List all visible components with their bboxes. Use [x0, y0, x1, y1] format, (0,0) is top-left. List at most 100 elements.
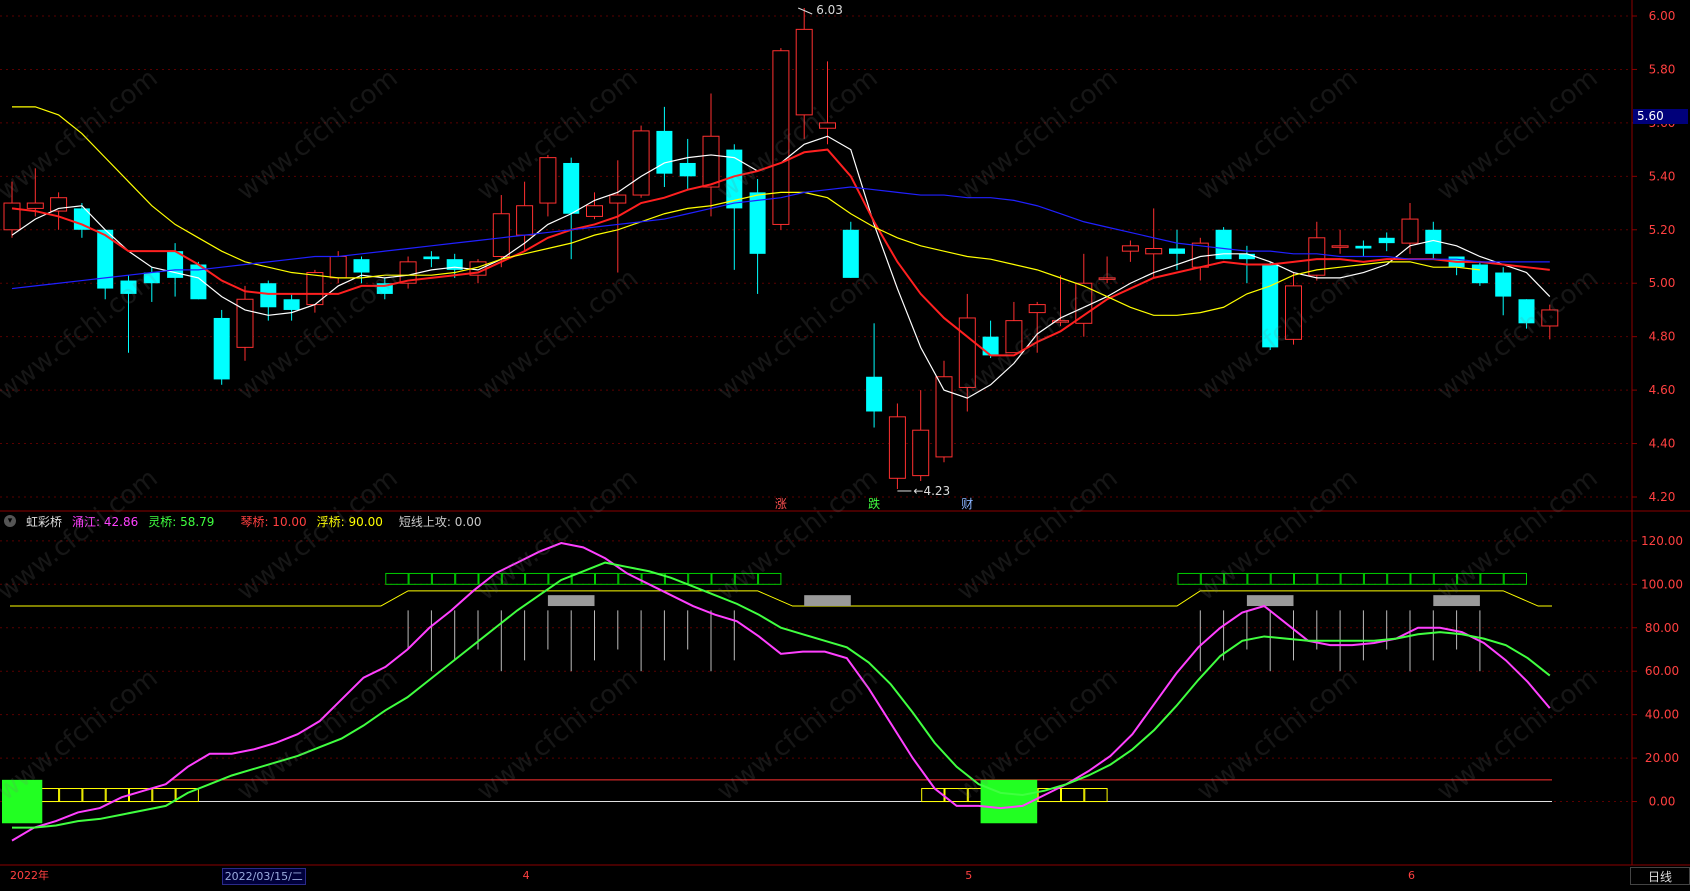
signal-block-gray: [547, 595, 595, 607]
candle-body-up: [516, 205, 534, 236]
candle-body-down: [1169, 248, 1185, 254]
price-pane[interactable]: 6.03 ←4.23 涨 跌 财: [3, 3, 1559, 511]
bridge-box-cell: [1084, 788, 1108, 803]
indicator-pane[interactable]: [2, 541, 1552, 842]
price-tick-label: 5.80: [1649, 62, 1676, 76]
indicator-series-灵桥: [12, 561, 1551, 829]
indicator-tick-label: 60.00: [1645, 664, 1679, 678]
candle-body-down: [213, 317, 230, 380]
bridge-box-cell: [1433, 572, 1458, 585]
signal-block-green: [980, 779, 1038, 824]
bridge-box-cell: [82, 788, 106, 803]
bridge-box-cell: [1247, 572, 1271, 585]
candle-body-up: [1331, 245, 1349, 248]
candle-body-up: [1285, 285, 1302, 340]
indicator-title: 虹彩桥: [26, 514, 63, 529]
candle-body-down: [1518, 299, 1535, 324]
indicator-tick-label: 120.00: [1641, 534, 1683, 548]
bridge-box-cell: [1317, 572, 1341, 585]
pane-frames: [0, 0, 1690, 866]
signal-block-gray: [804, 595, 851, 607]
event-marker: 跌: [868, 496, 880, 511]
bridge-box-cell: [1387, 572, 1411, 585]
signal-block-gray: [1433, 595, 1480, 607]
cursor-date-label: 2022/03/15/二: [221, 868, 306, 885]
bridge-box-cell: [1340, 572, 1364, 585]
candle-body-up: [492, 213, 510, 257]
price-tick-label: 5.20: [1649, 223, 1676, 237]
bridge-box-cell: [758, 572, 782, 585]
last-price-tag: 5.60: [1633, 109, 1688, 124]
candle-body-up: [1121, 245, 1139, 252]
x-axis-label: 6: [1408, 869, 1415, 882]
low-label: ←4.23: [913, 484, 950, 498]
indicator-header: ▾ 虹彩桥 涌江: 42.86 灵桥: 58.79 琴桥: 10.00 浮桥: …: [4, 512, 481, 530]
candle-body-up: [539, 157, 557, 204]
candle-body-down: [1355, 245, 1372, 249]
price-tick-label: 4.80: [1649, 330, 1676, 344]
candle-body-up: [702, 135, 720, 188]
x-axis-label: 5: [965, 869, 973, 882]
bridge-box-cell: [501, 572, 526, 585]
bridge-box-cell: [595, 572, 619, 585]
bridge-box-cell: [734, 572, 759, 585]
candle-body-up: [1401, 218, 1419, 244]
collapse-icon[interactable]: ▾: [4, 515, 16, 527]
bridge-box-cell: [129, 788, 153, 803]
candle-body-up: [26, 202, 44, 209]
bridge-box-cell: [921, 788, 945, 803]
candle-body-down: [120, 280, 137, 294]
candle-body-down: [1378, 237, 1395, 244]
bridge-box-cell: [1457, 572, 1481, 585]
candle-body-up: [795, 28, 813, 116]
bridge-box-cell: [1177, 572, 1201, 585]
candle-body-up: [888, 416, 906, 479]
signal-block-gray: [1246, 595, 1294, 607]
legend-fuqiao: 浮桥: 90.00: [316, 514, 383, 529]
bridge-box-cell: [1410, 572, 1434, 585]
candle-body-up: [632, 130, 650, 196]
indicator-tick-label: 100.00: [1641, 577, 1683, 591]
candle-body-down: [656, 130, 673, 174]
candle-body-up: [1075, 282, 1093, 324]
bridge-box-cell: [548, 572, 572, 585]
indicator-tick-label: 40.00: [1645, 708, 1679, 722]
bridge-box-cell: [525, 572, 549, 585]
price-tick-label: 5.40: [1649, 169, 1676, 183]
price-tick-label: 4.20: [1649, 490, 1676, 504]
candle-body-down: [842, 229, 859, 278]
candle-body-up: [3, 202, 21, 231]
indicator-tick-label: 0.00: [1649, 795, 1676, 809]
candle-body-down: [353, 259, 370, 273]
price-tick-label: 6.00: [1649, 9, 1676, 23]
candle-body-up: [1541, 309, 1559, 327]
bridge-box-group: [1177, 572, 1527, 585]
candle-body-up: [935, 376, 953, 458]
candle-body-down: [563, 162, 580, 214]
candle-body-down: [143, 272, 160, 284]
bridge-box-group: [385, 572, 782, 585]
candle-body-up: [819, 122, 836, 129]
candle-body-up: [50, 197, 68, 212]
bridge-box-cell: [1480, 572, 1504, 585]
x-axis-label: 4: [522, 869, 530, 882]
bridge-box-cell: [1224, 572, 1248, 585]
period-button[interactable]: 日线: [1630, 867, 1690, 885]
bridge-box-cell: [152, 788, 176, 803]
price-tick-label: 4.60: [1649, 383, 1676, 397]
bridge-box-cell: [1061, 788, 1085, 803]
event-marker: 涨: [775, 496, 787, 511]
legend-yongjiang: 涌江: 42.86: [72, 514, 139, 529]
candle-body-down: [1495, 272, 1512, 297]
candle-body-down: [1471, 264, 1488, 284]
candle-body-down: [283, 299, 300, 310]
candle-body-up: [609, 194, 627, 204]
candle-body-down: [1238, 253, 1255, 260]
legend-duanxian: 短线上攻: 0.00: [398, 514, 482, 529]
event-marker: 财: [961, 497, 973, 511]
price-tick-label: 4.40: [1649, 437, 1676, 451]
candle-body-up: [912, 429, 930, 477]
candle-body-up: [1028, 304, 1046, 314]
bridge-box-cell: [688, 572, 712, 585]
candle-body-up: [1098, 277, 1116, 280]
